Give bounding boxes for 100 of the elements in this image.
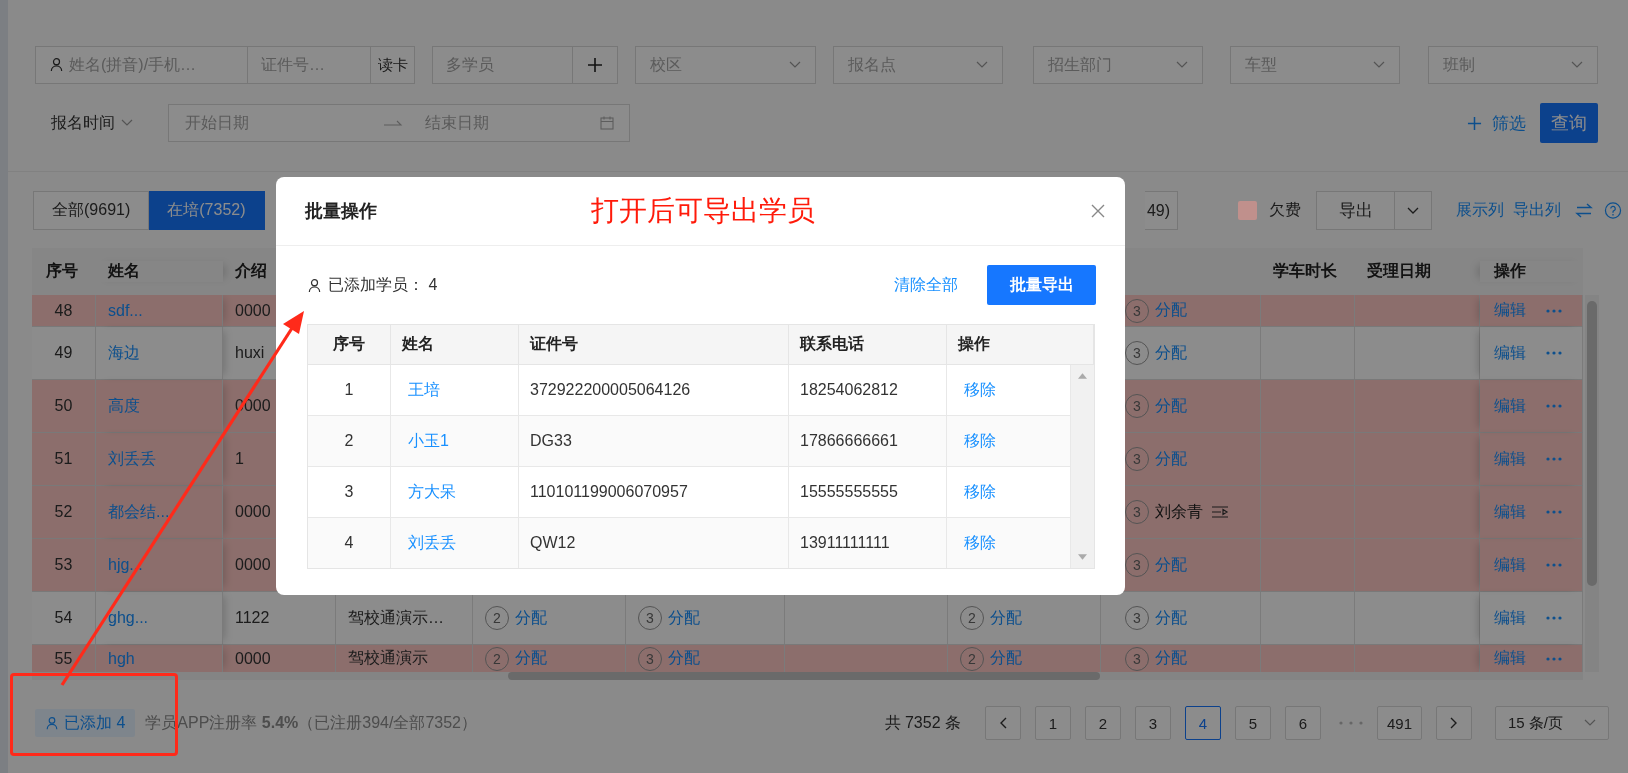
user-icon [307,277,322,293]
student-name-link[interactable]: 王培 [408,379,440,401]
chevron-left-icon [999,717,1007,729]
page-size-dropdown[interactable]: 15 条/页 [1495,706,1609,740]
more-icon[interactable] [1546,656,1562,661]
edit-link[interactable]: 编辑 [1494,395,1526,417]
remove-link[interactable]: 移除 [964,481,996,503]
more-icon[interactable] [1546,510,1562,514]
added-count-label: 已添加学员： 4 [328,274,438,295]
edit-link[interactable]: 编辑 [1494,648,1526,669]
assign-link[interactable]: 分配 [1155,648,1187,669]
user-icon [49,57,64,72]
export-button[interactable]: 导出 [1316,191,1395,230]
previous-page-button[interactable] [985,706,1021,740]
table-cell-text: 驾校通演示 [348,648,428,668]
assign-link[interactable]: 分配 [515,648,547,669]
more-icon[interactable] [1546,404,1562,408]
close-icon[interactable] [1091,204,1105,218]
table-cell: 13911111111 [800,534,890,552]
assign-link[interactable]: 分配 [990,607,1022,629]
student-name-link[interactable]: sdf... [108,301,143,320]
edit-link[interactable]: 编辑 [1494,448,1526,470]
more-icon[interactable] [1546,616,1562,620]
student-name-link[interactable]: 刘丢丢 [108,448,156,470]
student-name-link[interactable]: 刘丢丢 [408,532,456,554]
toolbar-link[interactable]: 导出列 [1513,200,1561,221]
remove-link[interactable]: 移除 [964,532,996,554]
column-header: 操作 [947,325,1094,364]
dialog-title: 批量操作 [305,200,377,223]
export-dropdown-button[interactable] [1395,191,1432,230]
edit-link[interactable]: 编辑 [1494,300,1526,321]
student-name-link[interactable]: 方大呆 [408,481,456,503]
legend-label: 欠费 [1269,200,1301,220]
edit-link[interactable]: 编辑 [1494,554,1526,576]
assign-link[interactable]: 分配 [515,607,547,629]
assign-link[interactable]: 分配 [1155,554,1187,576]
date-type-dropdown[interactable]: 报名时间 [35,104,168,142]
table-cell: 0000 [235,503,271,521]
assign-link[interactable]: 分配 [1155,607,1187,629]
page-button[interactable]: 3 [1135,706,1171,740]
edit-link[interactable]: 编辑 [1494,501,1526,523]
vertical-scrollbar[interactable] [1585,295,1599,672]
status-tab[interactable]: 全部(9691) [33,191,150,230]
more-icon[interactable] [1546,351,1562,355]
help-icon[interactable] [1604,202,1622,219]
table-cell: 3 [344,483,354,501]
next-page-button[interactable] [1436,706,1472,740]
page-button[interactable]: 2 [1085,706,1121,740]
batch-export-button[interactable]: 批量导出 [987,265,1096,305]
table-cell: 110101199006070957 [530,483,688,501]
edit-link[interactable]: 编辑 [1494,342,1526,364]
remove-link[interactable]: 移除 [964,379,996,401]
student-name-link[interactable]: 海边 [108,342,140,364]
query-button[interactable]: 查询 [1540,103,1598,143]
chevron-right-icon [1450,717,1458,729]
chevron-down-icon [789,61,801,69]
more-icon[interactable] [1546,457,1562,461]
page-button[interactable]: 1 [1035,706,1071,740]
page-button[interactable]: 5 [1235,706,1271,740]
page-button[interactable]: 6 [1285,706,1321,740]
chevron-down-icon [976,61,988,69]
add-button[interactable] [573,46,618,84]
page-button[interactable]: 491 [1377,706,1422,740]
chevron-down-icon [1571,61,1583,69]
student-name-link[interactable]: 小玉1 [408,430,449,452]
more-icon[interactable] [1546,563,1562,567]
assign-link[interactable]: 分配 [990,648,1022,669]
student-name-link[interactable]: 都会结... [108,501,170,523]
student-name-link[interactable]: hgh [108,649,135,668]
clear-all-link[interactable]: 清除全部 [894,274,958,296]
student-name-link[interactable]: ghg... [108,609,149,627]
column-header: 姓名 [391,325,519,364]
horizontal-scrollbar[interactable] [32,672,1583,680]
table-cell: 55 [54,649,73,668]
assign-link[interactable]: 分配 [668,607,700,629]
plus-icon [587,57,603,73]
swap-icon[interactable] [1575,202,1593,219]
column-header: 学车时长 [1272,261,1338,281]
table-cell: 4 [344,534,354,552]
status-tab[interactable]: 49) [1144,191,1178,230]
table-cell: 48 [54,301,73,320]
status-tab[interactable]: 在培(7352) [149,191,265,230]
assign-link[interactable]: 分配 [668,648,700,669]
list-icon[interactable] [1211,506,1229,518]
scroll-down-icon[interactable] [1078,554,1087,560]
vertical-scrollbar[interactable] [1071,365,1094,568]
assign-link[interactable]: 分配 [1155,342,1187,364]
assign-link[interactable]: 分配 [1155,395,1187,417]
page-button[interactable]: 4 [1185,706,1221,740]
more-icon[interactable] [1546,308,1562,313]
assign-link[interactable]: 分配 [1155,448,1187,470]
assign-link[interactable]: 分配 [1155,300,1187,321]
added-students-button[interactable]: 已添加 4 [35,709,136,737]
remove-link[interactable]: 移除 [964,430,996,452]
toolbar-link[interactable]: 展示列 [1456,200,1504,221]
read-card-button[interactable]: 读卡 [371,46,415,84]
chevron-down-icon [121,119,133,127]
filter-link[interactable]: 筛选 [1467,111,1526,135]
student-name-link[interactable]: 高度 [108,395,140,417]
edit-link[interactable]: 编辑 [1494,607,1526,629]
